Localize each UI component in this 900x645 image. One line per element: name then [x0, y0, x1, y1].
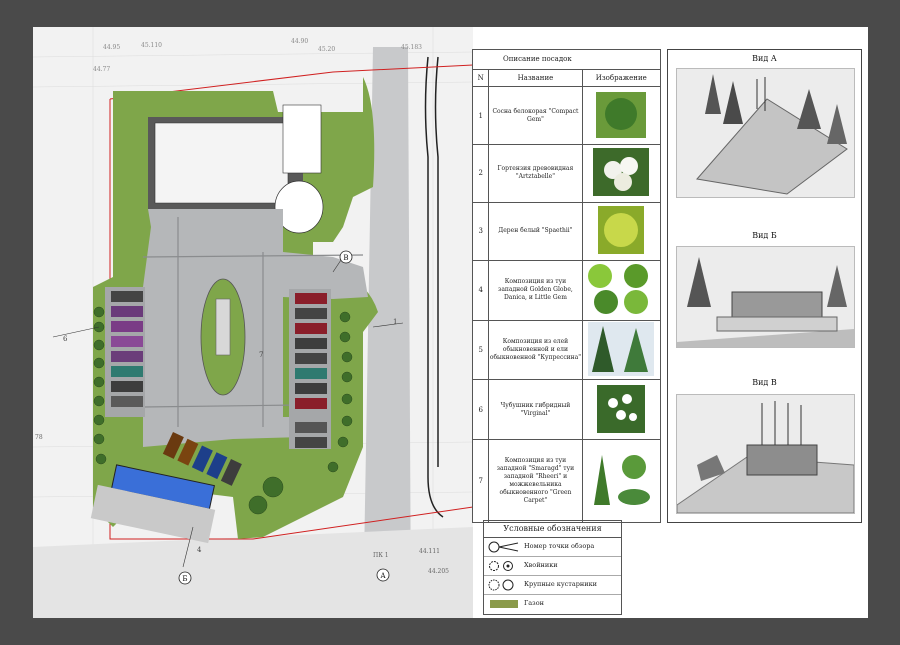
plant-photo — [581, 439, 662, 523]
table-row: 4 Композиция из туи западной Golden Glob… — [471, 259, 662, 321]
header-image: Изображение — [581, 68, 662, 88]
site-plan: В Б А 44.95 45.110 44.90 45.183 45.20 44… — [33, 27, 473, 618]
table-row: 3 Дерен белый "Spaethii" — [471, 201, 662, 261]
viewpoint-label-v: В — [343, 254, 348, 262]
svg-text:44.77: 44.77 — [93, 66, 110, 73]
table-row: 5 Композиция из елей обыкновенной и ели … — [471, 319, 662, 381]
legend-item: Хвойники — [484, 557, 621, 576]
svg-text:6: 6 — [63, 335, 68, 343]
legend-item: Крупные кустарники — [484, 576, 621, 595]
viewpoint-symbol-icon — [488, 541, 519, 553]
island-bench — [215, 298, 231, 356]
perspective-views: Вид А Вид Б Вид В — [667, 49, 862, 523]
conifer-symbol-icon — [489, 561, 513, 571]
view-sketch-a — [676, 68, 855, 198]
side-note: 78 — [35, 434, 43, 441]
plant-photo — [581, 379, 662, 441]
plant-photo — [581, 319, 662, 381]
view-title-b: Вид Б — [752, 231, 777, 240]
viewpoint-label-b: Б — [182, 575, 187, 583]
shrub-symbol-icon — [488, 579, 514, 591]
svg-text:45.183: 45.183 — [401, 44, 422, 51]
svg-text:1: 1 — [393, 318, 397, 326]
svg-text:45.110: 45.110 — [141, 42, 162, 49]
legend: Условные обозначения Номер точки обзора … — [483, 520, 622, 615]
stair-tower — [282, 104, 322, 174]
parking-right — [289, 289, 331, 449]
bottom-elev-2: 44.205 — [428, 568, 449, 575]
svg-text:7: 7 — [259, 351, 263, 359]
drawing-sheet: В Б А 44.95 45.110 44.90 45.183 45.20 44… — [33, 27, 868, 618]
parking-left — [105, 287, 145, 417]
plant-photo — [581, 143, 662, 203]
svg-text:4: 4 — [197, 546, 202, 554]
plant-photo — [581, 86, 662, 145]
view-title-c: Вид В — [752, 378, 777, 387]
legend-title: Условные обозначения — [484, 521, 621, 538]
building-interior — [154, 122, 289, 204]
header-name: Название — [488, 68, 583, 88]
table-row: 7 Композиция из туи западной "Smaragd" т… — [471, 439, 662, 523]
plant-photo — [581, 201, 662, 261]
viewpoint-label-a: А — [380, 572, 386, 580]
plants-table: Описание посадок N Название Изображение … — [471, 49, 662, 523]
view-sketch-c — [676, 394, 855, 514]
header-num: N — [471, 68, 490, 88]
legend-item: Номер точки обзора — [484, 538, 621, 557]
bottom-elev-1: 44.111 — [419, 548, 440, 555]
view-title-a: Вид А — [752, 54, 777, 63]
svg-text:44.90: 44.90 — [291, 38, 308, 45]
view-sketch-b — [676, 246, 855, 348]
svg-text:44.95: 44.95 — [103, 44, 120, 51]
legend-item: Газон — [484, 595, 621, 613]
table-row: 6 Чубушник гибридный "Virginal" — [471, 379, 662, 441]
svg-text:45.20: 45.20 — [318, 46, 335, 53]
table-row: 1 Сосна белокорая "Compact Gem" — [471, 86, 662, 145]
table-caption: Описание посадок — [472, 49, 661, 70]
table-row: 2 Гортензия древовидная "Artztabelle" — [471, 143, 662, 203]
lawn-symbol-icon — [490, 600, 518, 608]
station-mark: ПК 1 — [373, 552, 389, 559]
plant-photo — [581, 259, 662, 321]
